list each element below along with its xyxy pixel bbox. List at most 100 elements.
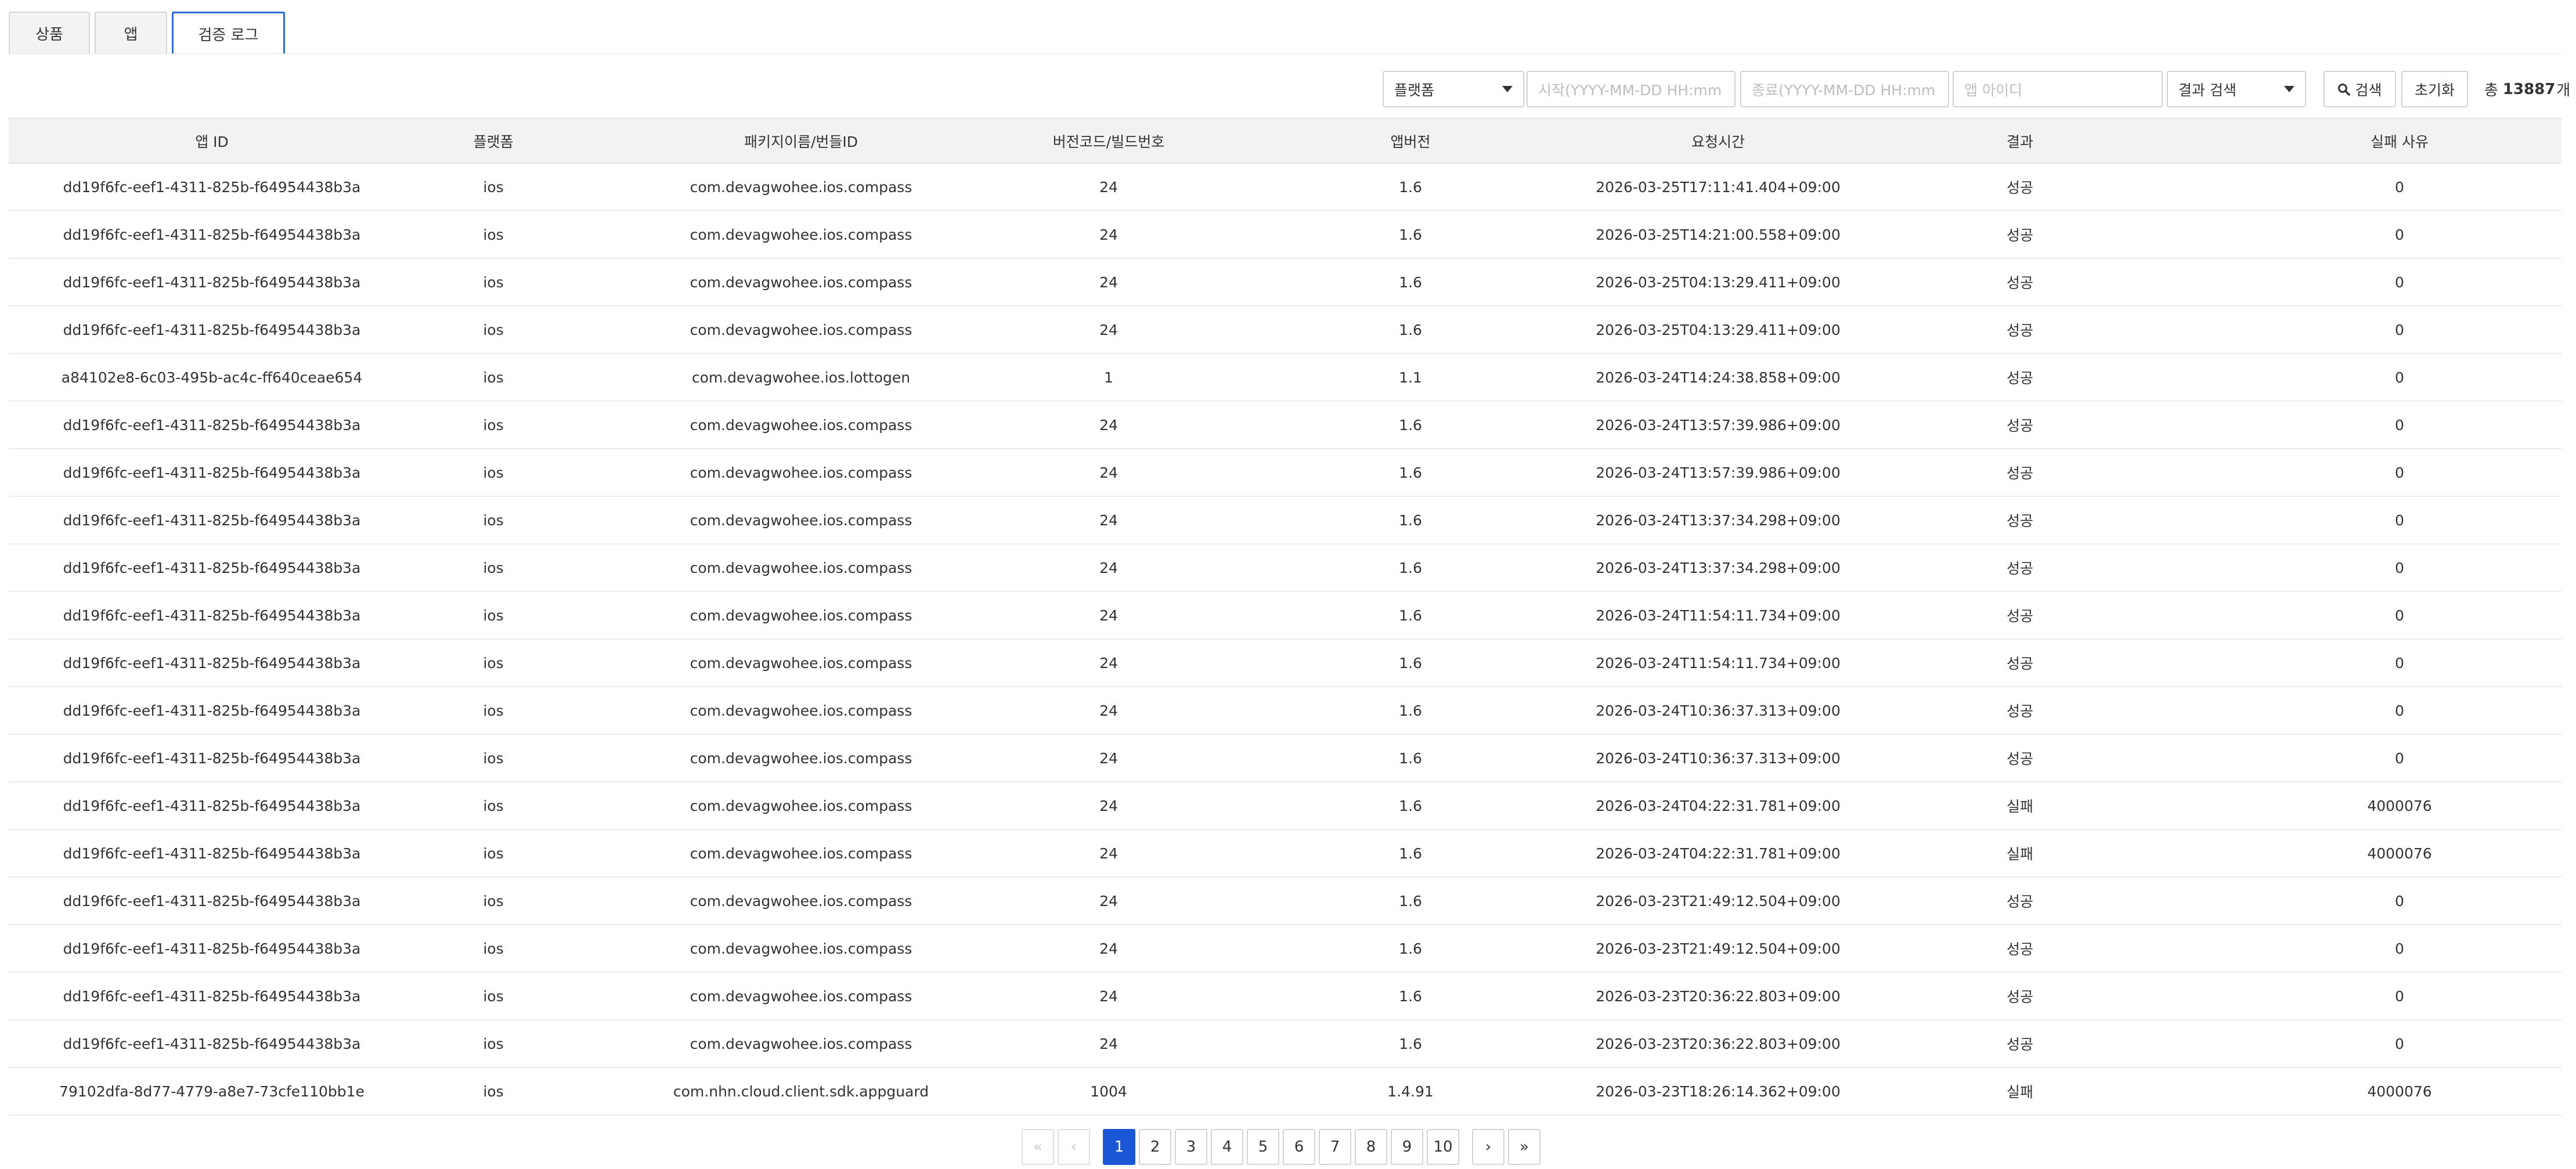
cell-package: com.devagwohee.ios.compass <box>690 892 912 910</box>
cell-failure-reason: 0 <box>2395 607 2404 624</box>
cell-app-id: dd19f6fc-eef1-4311-825b-f64954438b3a <box>63 464 361 481</box>
table-row[interactable]: dd19f6fc-eef1-4311-825b-f64954438b3a ios c… <box>9 1020 2561 1068</box>
page-button[interactable]: 6 <box>1283 1129 1315 1165</box>
cell-package: com.devagwohee.ios.compass <box>690 797 912 814</box>
cell-app-id: dd19f6fc-eef1-4311-825b-f64954438b3a <box>63 654 361 672</box>
column-header-app-id[interactable]: 앱 ID <box>9 119 415 163</box>
cell-failure-reason: 0 <box>2395 321 2404 338</box>
cell-request-time: 2026-03-23T21:49:12.504+09:00 <box>1596 940 1841 957</box>
tab-verification-log[interactable]: 검증 로그 <box>172 12 285 54</box>
search-button[interactable]: 검색 <box>2324 71 2396 107</box>
column-header-request-time[interactable]: 요청시간 <box>1634 119 1802 163</box>
cell-app-id: dd19f6fc-eef1-4311-825b-f64954438b3a <box>63 892 361 910</box>
tab-divider <box>9 53 2561 54</box>
cell-app-version: 1.6 <box>1399 464 1422 481</box>
page-button[interactable]: 10 <box>1427 1129 1459 1165</box>
cell-app-version: 1.4.91 <box>1387 1083 1434 1100</box>
cell-version-code: 24 <box>1099 702 1118 719</box>
cell-package: com.devagwohee.ios.compass <box>690 702 912 719</box>
table-row[interactable]: dd19f6fc-eef1-4311-825b-f64954438b3a ios c… <box>9 925 2561 973</box>
prev-page-button[interactable]: ‹ <box>1058 1129 1090 1165</box>
cell-request-time: 2026-03-24T10:36:37.313+09:00 <box>1596 749 1841 767</box>
table-row[interactable]: dd19f6fc-eef1-4311-825b-f64954438b3a ios c… <box>9 306 2561 354</box>
cell-request-time: 2026-03-25T04:13:29.411+09:00 <box>1596 321 1841 338</box>
tab-bar: 상품 앱 검증 로그 <box>9 12 290 54</box>
table-row[interactable]: dd19f6fc-eef1-4311-825b-f64954438b3a ios c… <box>9 164 2561 211</box>
page-button[interactable]: 5 <box>1247 1129 1279 1165</box>
page-button[interactable]: 9 <box>1391 1129 1423 1165</box>
end-date-placeholder: 종료(YYYY-MM-DD HH:mm <box>1752 81 1936 99</box>
cell-result: 성공 <box>2006 893 2033 910</box>
cell-version-code: 24 <box>1099 178 1118 196</box>
cell-app-version: 1.6 <box>1399 321 1422 338</box>
table-row[interactable]: dd19f6fc-eef1-4311-825b-f64954438b3a ios c… <box>9 402 2561 449</box>
page-button[interactable]: 1 <box>1103 1129 1135 1165</box>
result-select[interactable]: 결과 검색 <box>2167 71 2306 107</box>
start-date-input[interactable]: 시작(YYYY-MM-DD HH:mm <box>1527 71 1736 107</box>
end-date-input[interactable]: 종료(YYYY-MM-DD HH:mm <box>1740 71 1949 107</box>
cell-app-id: dd19f6fc-eef1-4311-825b-f64954438b3a <box>63 940 361 957</box>
cell-request-time: 2026-03-23T21:49:12.504+09:00 <box>1596 892 1841 910</box>
table-row[interactable]: dd19f6fc-eef1-4311-825b-f64954438b3a ios c… <box>9 782 2561 830</box>
cell-package: com.devagwohee.ios.lottogen <box>691 369 911 386</box>
column-header-package[interactable]: 패키지이름/번들ID <box>572 119 1030 163</box>
table-row[interactable]: dd19f6fc-eef1-4311-825b-f64954438b3a ios c… <box>9 449 2561 497</box>
cell-app-version: 1.6 <box>1399 416 1422 434</box>
column-header-version-code[interactable]: 버전코드/빌드번호 <box>1030 119 1187 163</box>
tab-products[interactable]: 상품 <box>9 12 90 54</box>
platform-select[interactable]: 플랫폼 <box>1383 71 1524 107</box>
table-row[interactable]: dd19f6fc-eef1-4311-825b-f64954438b3a ios c… <box>9 973 2561 1020</box>
tab-apps[interactable]: 앱 <box>95 12 167 54</box>
table-body: dd19f6fc-eef1-4311-825b-f64954438b3a ios c… <box>9 164 2561 1116</box>
chevron-down-icon <box>2284 86 2294 92</box>
app-id-input[interactable]: 앱 아이디 <box>1953 71 2163 107</box>
cell-version-code: 24 <box>1099 749 1118 767</box>
table-row[interactable]: dd19f6fc-eef1-4311-825b-f64954438b3a ios c… <box>9 735 2561 782</box>
cell-result: 성공 <box>2006 941 2033 958</box>
table-row[interactable]: dd19f6fc-eef1-4311-825b-f64954438b3a ios c… <box>9 259 2561 306</box>
next-page-button[interactable]: › <box>1472 1129 1505 1165</box>
table-row[interactable]: dd19f6fc-eef1-4311-825b-f64954438b3a ios c… <box>9 830 2561 878</box>
cell-package: com.devagwohee.ios.compass <box>690 226 912 243</box>
cell-app-id: dd19f6fc-eef1-4311-825b-f64954438b3a <box>63 511 361 529</box>
cell-platform: ios <box>483 1083 504 1100</box>
table-row[interactable]: 79102dfa-8d77-4779-a8e7-73cfe110bb1e ios c… <box>9 1068 2561 1116</box>
column-header-failure-reason[interactable]: 실패 사유 <box>2238 119 2561 163</box>
column-header-result[interactable]: 결과 <box>1802 119 2238 163</box>
table-row[interactable]: a84102e8-6c03-495b-ac4c-ff640ceae654 ios c… <box>9 354 2561 402</box>
search-button-label: 검색 <box>2355 81 2382 99</box>
page-list: 1 2 3 4 5 6 7 8 9 10 <box>1103 1129 1463 1165</box>
page-button[interactable]: 3 <box>1175 1129 1207 1165</box>
column-header-app-version[interactable]: 앱버전 <box>1187 119 1634 163</box>
cell-version-code: 24 <box>1099 845 1118 862</box>
cell-platform: ios <box>483 987 504 1005</box>
table-row[interactable]: dd19f6fc-eef1-4311-825b-f64954438b3a ios c… <box>9 687 2561 735</box>
cell-app-id: dd19f6fc-eef1-4311-825b-f64954438b3a <box>63 845 361 862</box>
last-page-button[interactable]: » <box>1508 1129 1540 1165</box>
cell-failure-reason: 4000076 <box>2367 845 2432 862</box>
cell-request-time: 2026-03-23T18:26:14.362+09:00 <box>1596 1083 1841 1100</box>
table-row[interactable]: dd19f6fc-eef1-4311-825b-f64954438b3a ios c… <box>9 592 2561 640</box>
cell-platform: ios <box>483 607 504 624</box>
reset-button[interactable]: 초기화 <box>2401 71 2468 107</box>
table-row[interactable]: dd19f6fc-eef1-4311-825b-f64954438b3a ios c… <box>9 211 2561 259</box>
cell-app-version: 1.1 <box>1399 369 1422 386</box>
table-row[interactable]: dd19f6fc-eef1-4311-825b-f64954438b3a ios c… <box>9 878 2561 925</box>
table-row[interactable]: dd19f6fc-eef1-4311-825b-f64954438b3a ios c… <box>9 544 2561 592</box>
table-row[interactable]: dd19f6fc-eef1-4311-825b-f64954438b3a ios c… <box>9 497 2561 544</box>
page-button[interactable]: 2 <box>1139 1129 1171 1165</box>
cell-app-id: dd19f6fc-eef1-4311-825b-f64954438b3a <box>63 273 361 291</box>
page-button[interactable]: 7 <box>1319 1129 1351 1165</box>
total-count-value: 13887 <box>2502 80 2556 98</box>
first-page-button[interactable]: « <box>1022 1129 1054 1165</box>
cell-app-version: 1.6 <box>1399 797 1422 814</box>
pagination: « ‹ 1 2 3 4 5 6 7 8 9 10 › » <box>1022 1129 1544 1165</box>
page-button[interactable]: 4 <box>1211 1129 1243 1165</box>
cell-app-version: 1.6 <box>1399 607 1422 624</box>
cell-version-code: 24 <box>1099 1035 1118 1052</box>
page-button[interactable]: 8 <box>1355 1129 1387 1165</box>
cell-app-id: 79102dfa-8d77-4779-a8e7-73cfe110bb1e <box>59 1083 365 1100</box>
column-header-platform[interactable]: 플랫폼 <box>415 119 572 163</box>
cell-app-version: 1.6 <box>1399 940 1422 957</box>
table-row[interactable]: dd19f6fc-eef1-4311-825b-f64954438b3a ios c… <box>9 640 2561 687</box>
